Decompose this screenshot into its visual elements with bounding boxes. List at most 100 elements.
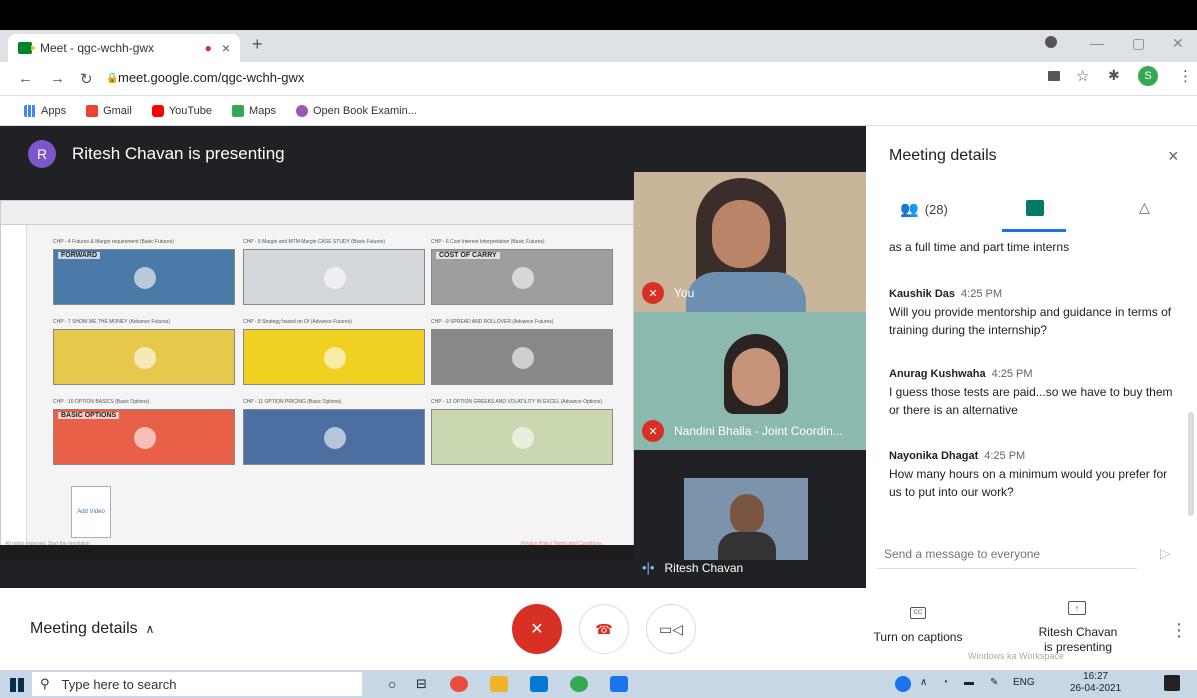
browser-menu-icon[interactable]: ⋮ xyxy=(1178,67,1193,85)
video-tile-label: CHP - 9 SPREAD AND ROLLOVER (Advance Fut… xyxy=(431,319,554,325)
minimize-icon[interactable]: — xyxy=(1090,35,1104,51)
app-icon[interactable] xyxy=(570,676,588,692)
captions-icon[interactable]: CC xyxy=(910,607,926,619)
video-tile-banner: BASIC OPTIONS xyxy=(58,412,120,419)
play-icon xyxy=(134,267,156,289)
participant-clothing xyxy=(686,272,806,312)
file-explorer-icon[interactable] xyxy=(490,676,508,692)
shared-sidebar xyxy=(1,225,27,545)
tab-chat-indicator xyxy=(1002,229,1066,232)
participant-tile-nandini[interactable]: ✕ Nandini Bhalla - Joint Coordin... xyxy=(634,312,866,450)
present-screen-icon[interactable]: ↑ xyxy=(1068,601,1086,615)
participant-face xyxy=(712,200,770,268)
notifications-icon[interactable] xyxy=(1164,675,1180,691)
tray-battery-icon[interactable]: ▬ xyxy=(964,677,974,688)
bookmark-maps[interactable]: Maps xyxy=(232,104,276,117)
play-icon xyxy=(324,267,346,289)
new-tab-button[interactable]: + xyxy=(252,34,263,55)
star-icon[interactable]: ☆ xyxy=(1076,67,1089,85)
chat-icon[interactable] xyxy=(1026,200,1044,216)
presenter-avatar: R xyxy=(28,140,56,168)
meet-favicon-icon xyxy=(18,42,36,54)
video-tile[interactable]: BASIC OPTIONS xyxy=(53,409,235,465)
tab-people[interactable]: 👥 (28) xyxy=(900,200,948,218)
profile-circle-icon[interactable] xyxy=(1045,35,1057,51)
video-tile[interactable] xyxy=(431,329,613,385)
chat-scrollbar[interactable] xyxy=(1188,412,1194,516)
chevron-up-icon: ∧ xyxy=(145,622,155,636)
chrome-icon[interactable] xyxy=(450,676,468,692)
camera-toggle-button[interactable]: ▭◁ xyxy=(646,604,696,654)
shared-screen[interactable]: CHP - 4 Futures & Margin requirement (Ba… xyxy=(0,200,634,550)
bookmark-gmail[interactable]: Gmail xyxy=(86,104,132,117)
chat-message: Anurag Kushwaha 4:25 PM I guess those tes… xyxy=(889,368,1173,417)
tray-wifi-icon[interactable]: ◔ xyxy=(942,677,948,688)
mail-icon[interactable] xyxy=(530,676,548,692)
tab-close-icon[interactable]: × xyxy=(222,40,230,56)
mic-off-icon: ✕ xyxy=(530,621,544,638)
video-tile-label: CHP - 12 OPTION GREEKS AND VOLATILITY IN… xyxy=(431,399,602,405)
tray-language[interactable]: ENG xyxy=(1013,677,1035,688)
forward-arrow-icon[interactable]: → xyxy=(50,70,65,87)
mic-off-icon: ✕ xyxy=(642,420,664,442)
panel-close-icon[interactable]: × xyxy=(1168,146,1179,167)
taskbar-search[interactable]: ⚲ Type here to search xyxy=(32,672,362,696)
video-tile[interactable] xyxy=(243,329,425,385)
profile-avatar[interactable]: S xyxy=(1138,66,1158,86)
tray-chevron-icon[interactable]: ∧ xyxy=(920,677,927,688)
send-icon[interactable]: ▷ xyxy=(1160,545,1171,562)
activities-icon[interactable]: △ xyxy=(1139,199,1150,216)
browser-tab[interactable]: Meet - qgc-wchh-gwx ● × xyxy=(8,34,240,62)
cortana-icon[interactable]: ○ xyxy=(388,676,396,692)
meet-app-icon[interactable] xyxy=(610,676,628,692)
chat-message-input[interactable] xyxy=(884,547,1124,561)
video-tile[interactable] xyxy=(53,329,235,385)
camera-indicator-icon[interactable] xyxy=(1048,71,1060,81)
extensions-puzzle-icon[interactable]: ✱ xyxy=(1108,67,1120,84)
play-icon xyxy=(324,347,346,369)
tray-clock[interactable]: 16:27 26-04-2021 xyxy=(1070,671,1121,695)
gmail-icon xyxy=(86,104,99,117)
maximize-icon[interactable]: ▢ xyxy=(1132,35,1145,52)
participant-tile-you[interactable]: ✕ You xyxy=(634,172,866,312)
task-view-icon[interactable]: ⊟ xyxy=(416,676,427,692)
video-tile[interactable] xyxy=(431,409,613,465)
url-field[interactable]: meet.google.com/qgc-wchh-gwx xyxy=(118,70,304,85)
video-tile[interactable] xyxy=(243,249,425,305)
mic-off-icon: ✕ xyxy=(642,282,664,304)
shared-browser-header xyxy=(1,201,633,225)
bookmark-youtube[interactable]: YouTube xyxy=(151,104,212,117)
window-close-icon[interactable]: ✕ xyxy=(1172,35,1184,52)
video-tile-label: CHP - 7 SHOW ME THE MONEY (Advance Futur… xyxy=(53,319,170,325)
video-tile-label: CHP - 11 OPTION PRICING (Basic Options) xyxy=(243,399,342,405)
participant-tile-ritesh[interactable]: •|• Ritesh Chavan xyxy=(634,450,866,588)
video-camera-icon: ▭◁ xyxy=(659,620,683,637)
more-options-icon[interactable]: ⋮ xyxy=(1170,620,1188,641)
play-icon xyxy=(134,347,156,369)
leave-call-button[interactable]: ☎ xyxy=(579,604,629,654)
tray-help-icon[interactable] xyxy=(895,676,911,692)
video-tile[interactable] xyxy=(243,409,425,465)
chat-message-partial: as a full time and part time interns xyxy=(889,240,1070,254)
add-video-card[interactable]: Add Video xyxy=(71,486,111,538)
shared-taskbar xyxy=(0,545,634,559)
reload-icon[interactable]: ↻ xyxy=(80,70,93,88)
video-tile[interactable]: FORWARD xyxy=(53,249,235,305)
play-icon xyxy=(512,427,534,449)
tile-name-nandini: ✕ Nandini Bhalla - Joint Coordin... xyxy=(642,420,843,442)
meeting-details-button[interactable]: Meeting details ∧ xyxy=(30,620,154,638)
meeting-details-panel xyxy=(866,126,1197,588)
video-tile-label: CHP - 4 Futures & Margin requirement (Ba… xyxy=(53,239,174,245)
mic-toggle-button[interactable]: ✕ xyxy=(512,604,562,654)
panel-title: Meeting details xyxy=(889,147,997,164)
play-icon xyxy=(512,267,534,289)
bookmark-apps[interactable]: Apps xyxy=(24,104,66,117)
maps-icon xyxy=(232,104,245,117)
captions-button[interactable]: Turn on captions xyxy=(866,630,970,644)
presenter-banner: R Ritesh Chavan is presenting xyxy=(28,140,285,168)
bookmark-open-book[interactable]: Open Book Examin... xyxy=(295,104,417,117)
video-tile[interactable]: COST OF CARRY xyxy=(431,249,613,305)
windows-start-icon[interactable] xyxy=(10,678,24,692)
back-arrow-icon[interactable]: ← xyxy=(18,70,33,87)
tray-pen-icon[interactable]: ✎ xyxy=(990,677,998,688)
